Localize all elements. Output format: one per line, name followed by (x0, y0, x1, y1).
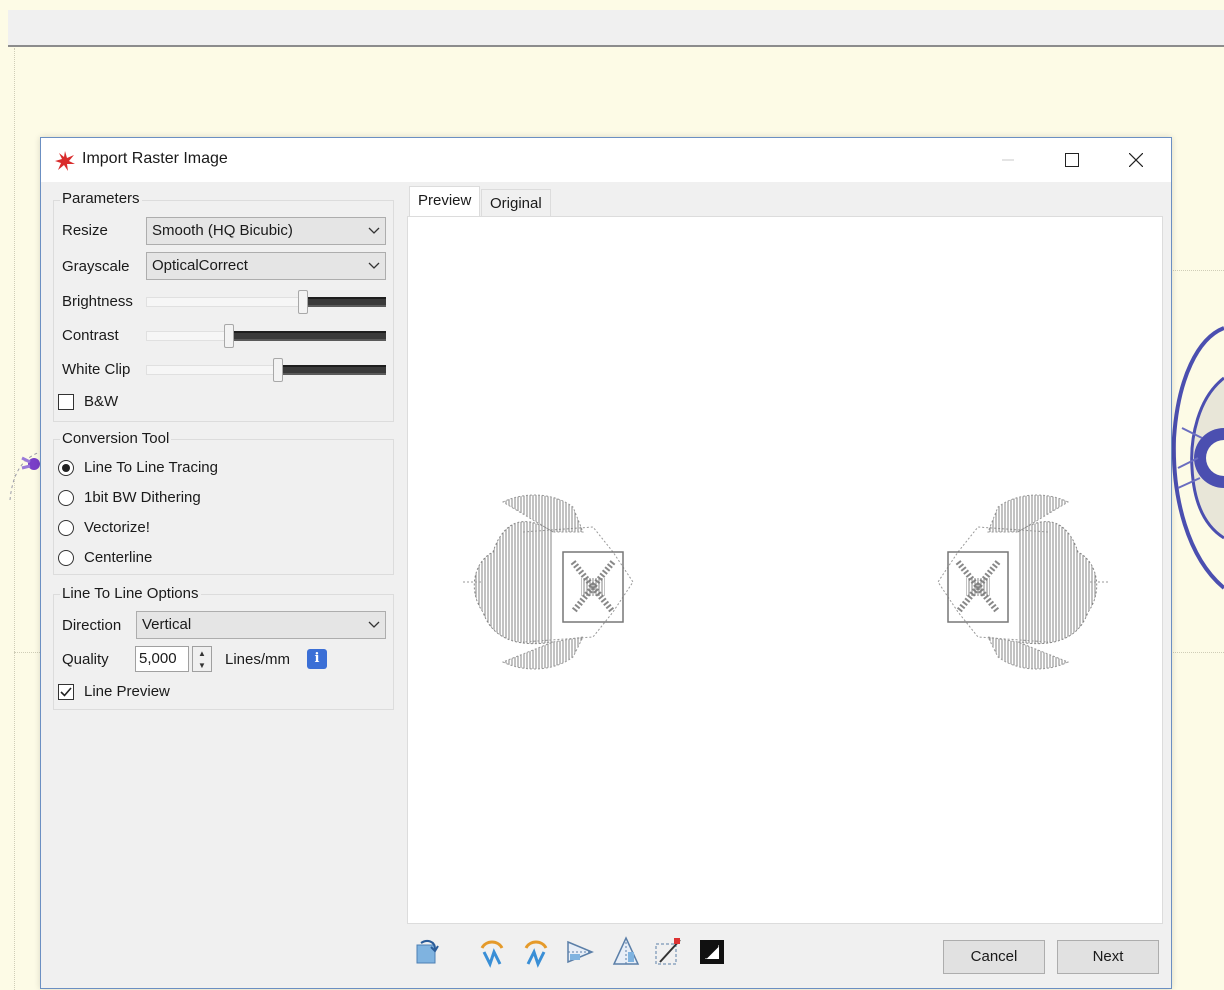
dialog-titlebar[interactable]: Import Raster Image (41, 138, 1171, 182)
parameters-group-label: Parameters (60, 190, 142, 207)
bw-label: B&W (84, 393, 119, 410)
grayscale-value: OpticalCorrect (152, 257, 248, 274)
radio-label: Line To Line Tracing (84, 459, 218, 476)
line-preview-label: Line Preview (84, 683, 170, 700)
radio-centerline[interactable] (58, 550, 74, 566)
rotate-left-icon[interactable] (475, 935, 509, 969)
maximize-icon (1065, 153, 1079, 167)
lightburn-logo-icon (55, 151, 75, 171)
radio-dithering[interactable] (58, 490, 74, 506)
background-design-right (1171, 326, 1224, 590)
tab-preview[interactable]: Preview (409, 186, 481, 216)
rotate-right-icon[interactable] (519, 935, 553, 969)
chevron-down-icon (368, 227, 380, 234)
flip-vertical-icon[interactable] (609, 935, 643, 969)
stepper-down-icon[interactable]: ▼ (193, 659, 211, 671)
brightness-slider[interactable] (146, 290, 386, 314)
slider-track-dark (278, 365, 386, 375)
radio-label: 1bit BW Dithering (84, 489, 201, 506)
flip-horizontal-icon[interactable] (563, 935, 597, 969)
app-toolbar-strip (8, 10, 1224, 47)
canvas-guide-horizontal-2 (1170, 652, 1224, 653)
minimize-button[interactable] (985, 138, 1031, 182)
preview-canvas (407, 216, 1163, 924)
maximize-button[interactable] (1049, 138, 1095, 182)
dialog-title: Import Raster Image (82, 150, 228, 167)
contrast-slider[interactable] (146, 324, 386, 348)
reset-icon[interactable] (409, 935, 443, 969)
quality-stepper[interactable]: ▲ ▼ (192, 646, 212, 672)
line-preview-checkbox[interactable] (58, 684, 74, 700)
whiteclip-label: White Clip (62, 361, 131, 378)
radio-label: Vectorize! (84, 519, 150, 536)
conversion-tool-group-label: Conversion Tool (60, 430, 172, 447)
slider-track-light (146, 297, 303, 307)
radio-label: Centerline (84, 549, 153, 566)
cancel-button[interactable]: Cancel (943, 940, 1045, 974)
direction-label: Direction (62, 617, 122, 634)
close-icon (1129, 153, 1143, 167)
brightness-label: Brightness (62, 293, 133, 310)
slider-track-light (146, 365, 278, 375)
radio-vectorize[interactable] (58, 520, 74, 536)
canvas-guide-horizontal-3 (14, 652, 40, 653)
checkmark-icon (60, 687, 72, 697)
resize-value: Smooth (HQ Bicubic) (152, 222, 293, 239)
direction-dropdown[interactable]: Vertical (136, 611, 386, 639)
resize-dropdown[interactable]: Smooth (HQ Bicubic) (146, 217, 386, 245)
quality-unit: Lines/mm (225, 651, 291, 668)
bw-checkbox[interactable] (58, 394, 74, 410)
import-raster-dialog: Import Raster Image Parameters Resize Sm… (40, 137, 1172, 989)
next-button[interactable]: Next (1057, 940, 1159, 974)
resize-label: Resize (62, 222, 108, 239)
contrast-label: Contrast (62, 327, 119, 344)
canvas-guide-horizontal (1170, 270, 1224, 271)
chevron-down-icon (368, 621, 380, 628)
crop-icon[interactable] (651, 935, 685, 969)
grayscale-label: Grayscale (62, 258, 130, 275)
quality-input[interactable]: 5,000 (135, 646, 189, 672)
chevron-down-icon (368, 262, 380, 269)
slider-thumb[interactable] (273, 358, 283, 382)
whiteclip-slider[interactable] (146, 358, 386, 382)
preview-image (408, 217, 1162, 923)
slider-track-dark (229, 331, 386, 341)
background-design-left (9, 451, 41, 501)
invert-icon[interactable] (695, 935, 729, 969)
canvas-guide-vertical (14, 48, 15, 990)
grayscale-dropdown[interactable]: OpticalCorrect (146, 252, 386, 280)
close-button[interactable] (1113, 138, 1159, 182)
slider-track-dark (303, 297, 386, 307)
stepper-up-icon[interactable]: ▲ (193, 647, 211, 659)
line-options-group-label: Line To Line Options (60, 585, 201, 602)
quality-label: Quality (62, 651, 109, 668)
minimize-icon (1002, 159, 1014, 161)
tab-original[interactable]: Original (481, 189, 551, 216)
radio-line-to-line[interactable] (58, 460, 74, 476)
slider-thumb[interactable] (298, 290, 308, 314)
slider-track-light (146, 331, 229, 341)
slider-thumb[interactable] (224, 324, 234, 348)
info-icon[interactable]: i (307, 649, 327, 669)
direction-value: Vertical (142, 616, 192, 633)
